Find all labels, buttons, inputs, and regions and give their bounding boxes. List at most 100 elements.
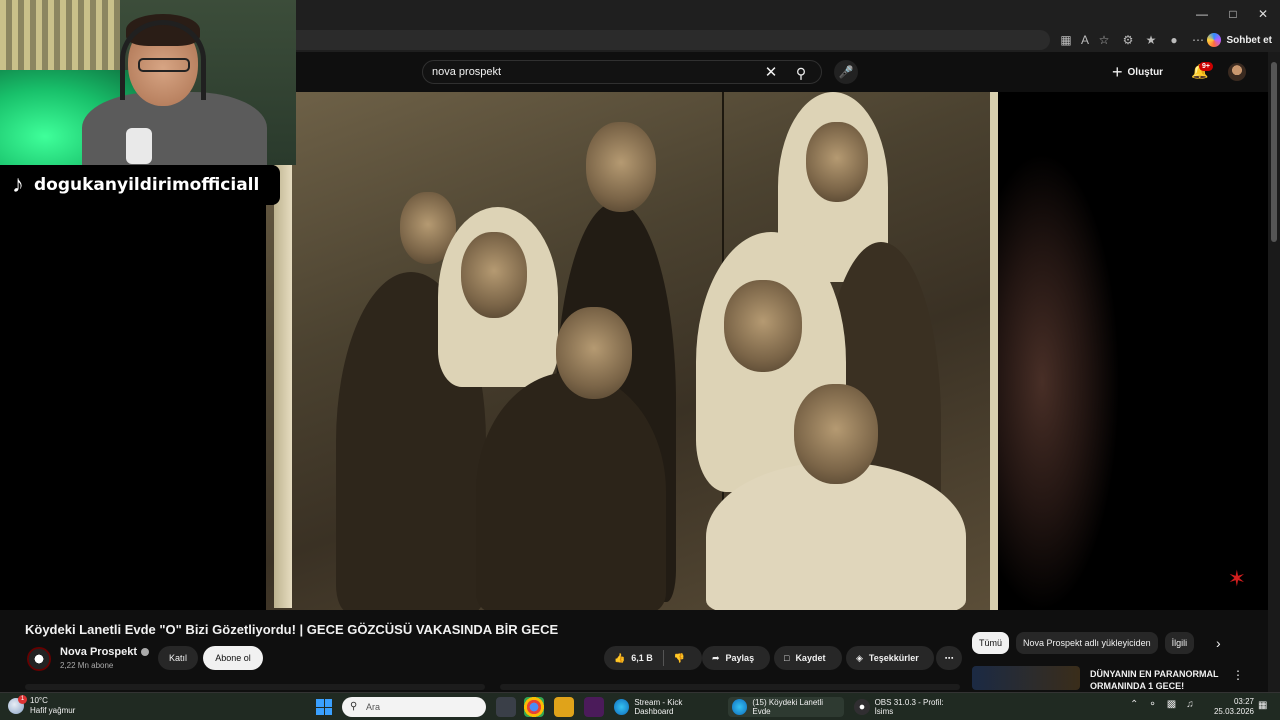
face — [556, 307, 632, 399]
clock-date: 25.03.2026 — [1213, 707, 1254, 716]
taskbar-search-placeholder: Ara — [366, 702, 381, 712]
more-actions-icon[interactable]: ⋯ — [936, 646, 962, 670]
search-input[interactable]: nova prospekt ✕ ⚲ — [422, 60, 822, 84]
join-button[interactable]: Katıl — [158, 646, 198, 670]
subscribe-button[interactable]: Abone ol — [203, 646, 263, 670]
description-box-2[interactable] — [500, 684, 960, 690]
start-windows-icon[interactable] — [316, 699, 332, 715]
channel-avatar[interactable] — [27, 647, 51, 671]
share-icon: ➦ — [712, 652, 720, 663]
weather-widget[interactable]: 1 10°C Hafif yağmur — [8, 695, 75, 716]
app-available-icon[interactable]: ▦ — [1058, 32, 1074, 48]
figure — [476, 372, 666, 610]
clear-search-icon[interactable]: ✕ — [761, 63, 781, 83]
channel-name-text[interactable]: Nova Prospekt — [60, 646, 137, 658]
volume-icon[interactable]: ♫ — [1186, 699, 1194, 710]
task-obs[interactable]: OBS 31.0.3 - Profil: İsims — [850, 697, 966, 717]
search-icon[interactable]: ⚲ — [789, 63, 813, 83]
figure — [706, 462, 966, 610]
address-bar[interactable] — [280, 30, 1050, 50]
save-button[interactable]: □ Kaydet — [774, 646, 842, 670]
video-background — [990, 152, 1120, 610]
like-count[interactable]: 6,1 B — [631, 653, 653, 663]
taskbar-search[interactable]: ⚲ Ara — [342, 697, 486, 717]
weather-badge: 1 — [18, 695, 27, 704]
chip-all[interactable]: Tümü — [972, 632, 1010, 654]
microphone-tray-icon[interactable]: ⚬ — [1148, 699, 1156, 710]
network-icon[interactable]: ▩ — [1167, 699, 1176, 710]
task-view-icon[interactable] — [496, 697, 516, 717]
obs-icon — [854, 699, 870, 715]
share-label: Paylaş — [725, 653, 755, 663]
task-label: (15) Köydeki Lanetli Evde — [752, 698, 824, 716]
file-explorer-icon[interactable] — [554, 697, 574, 717]
more-menu-icon[interactable]: ⋯ — [1190, 32, 1206, 48]
screen: — □ ✕ ▦ A ☆ ⚙ ★ ● ⋯ Sohbet et nova prosp… — [0, 0, 1280, 720]
video-title: Köydeki Lanetli Evde "O" Bizi Gözetliyor… — [25, 622, 559, 637]
favorites-icon[interactable]: ★ — [1143, 32, 1159, 48]
microphone — [126, 128, 152, 164]
edge-icon — [614, 699, 630, 715]
description-box[interactable] — [25, 684, 485, 690]
tiktok-badge: ♪ dogukanyildirimofficiall — [0, 165, 280, 205]
system-tray: ⌃ ⚬ ▩ ♫ — [1130, 699, 1194, 710]
notification-badge: 9+ — [1199, 62, 1213, 71]
recommendation-thumbnail[interactable] — [972, 666, 1080, 690]
thumbs-up-icon[interactable]: 👍 — [614, 653, 625, 664]
minimize-icon[interactable]: — — [1185, 4, 1219, 24]
thanks-button[interactable]: ◈ Teşekkürler — [846, 646, 934, 670]
thumbs-down-icon[interactable]: 👎 — [674, 653, 685, 664]
like-dislike-group: 👍 6,1 B 👎 — [604, 646, 702, 670]
chevron-up-icon[interactable]: ⌃ — [1130, 699, 1138, 710]
favorite-star-icon[interactable]: ☆ — [1096, 32, 1112, 48]
bookmark-icon: □ — [784, 653, 790, 663]
save-label: Kaydet — [795, 653, 826, 663]
thanks-label: Teşekkürler — [868, 653, 919, 663]
recommendation-more-icon[interactable]: ⋮ — [1232, 668, 1244, 682]
rain-cloud-icon: 1 — [8, 695, 27, 714]
face — [806, 122, 868, 202]
read-aloud-icon[interactable]: A — [1077, 32, 1093, 48]
chip-from-uploader[interactable]: Nova Prospekt adlı yükleyiciden — [1016, 632, 1158, 654]
copilot-label: Sohbet et — [1226, 34, 1272, 46]
super-thanks-icon: ◈ — [856, 652, 863, 663]
page-scrollbar[interactable] — [1268, 52, 1280, 692]
verified-icon — [141, 648, 150, 657]
account-avatar[interactable] — [1228, 63, 1246, 81]
chrome-icon[interactable] — [524, 697, 544, 717]
channel-name[interactable]: Nova Prospekt — [60, 646, 150, 658]
microphone-icon[interactable]: 🎤 — [834, 60, 858, 84]
task-label: OBS 31.0.3 - Profil: İsims — [874, 698, 944, 716]
face — [586, 122, 656, 212]
task-youtube-video[interactable]: (15) Köydeki Lanetli Evde — [728, 697, 844, 717]
related-chips: Tümü Nova Prospekt adlı yükleyiciden İlg… — [972, 632, 1195, 654]
profile-icon[interactable]: ● — [1166, 32, 1182, 48]
app-icon[interactable] — [584, 697, 604, 717]
channel-watermark-icon: ✶ — [1227, 566, 1246, 591]
copilot-button[interactable]: Sohbet et — [1207, 30, 1272, 50]
photo-border-right — [990, 92, 998, 610]
create-button[interactable]: + Oluştur — [1112, 62, 1163, 82]
recommendation-title[interactable]: DÜNYANIN EN PARANORMAL ORMANINDA 1 GECE! — [1090, 668, 1226, 690]
maximize-icon[interactable]: □ — [1216, 4, 1250, 24]
plus-icon: + — [1112, 62, 1123, 82]
chevron-right-icon[interactable]: › — [1216, 635, 1221, 651]
task-kick-dashboard[interactable]: Stream - Kick Dashboard — [610, 697, 724, 717]
share-button[interactable]: ➦ Paylaş — [702, 646, 770, 670]
notification-center-icon[interactable]: ▦ — [1258, 700, 1267, 711]
extensions-icon[interactable]: ⚙ — [1120, 32, 1136, 48]
weather-temp: 10°C — [30, 696, 48, 705]
tiktok-icon: ♪ — [12, 171, 24, 198]
task-label: Stream - Kick Dashboard — [634, 698, 683, 716]
tiktok-handle: dogukanyildirimofficiall — [34, 175, 260, 195]
search-icon: ⚲ — [350, 701, 358, 712]
copilot-icon — [1207, 33, 1222, 47]
face — [461, 232, 527, 318]
close-window-icon[interactable]: ✕ — [1246, 4, 1280, 24]
face — [724, 280, 802, 372]
chip-related[interactable]: İlgili — [1164, 632, 1195, 654]
scrollbar-thumb[interactable] — [1271, 62, 1277, 242]
edge-icon — [732, 699, 748, 715]
create-label: Oluştur — [1127, 66, 1164, 78]
taskbar-clock[interactable]: 03:27 25.03.2026 — [1210, 697, 1254, 717]
